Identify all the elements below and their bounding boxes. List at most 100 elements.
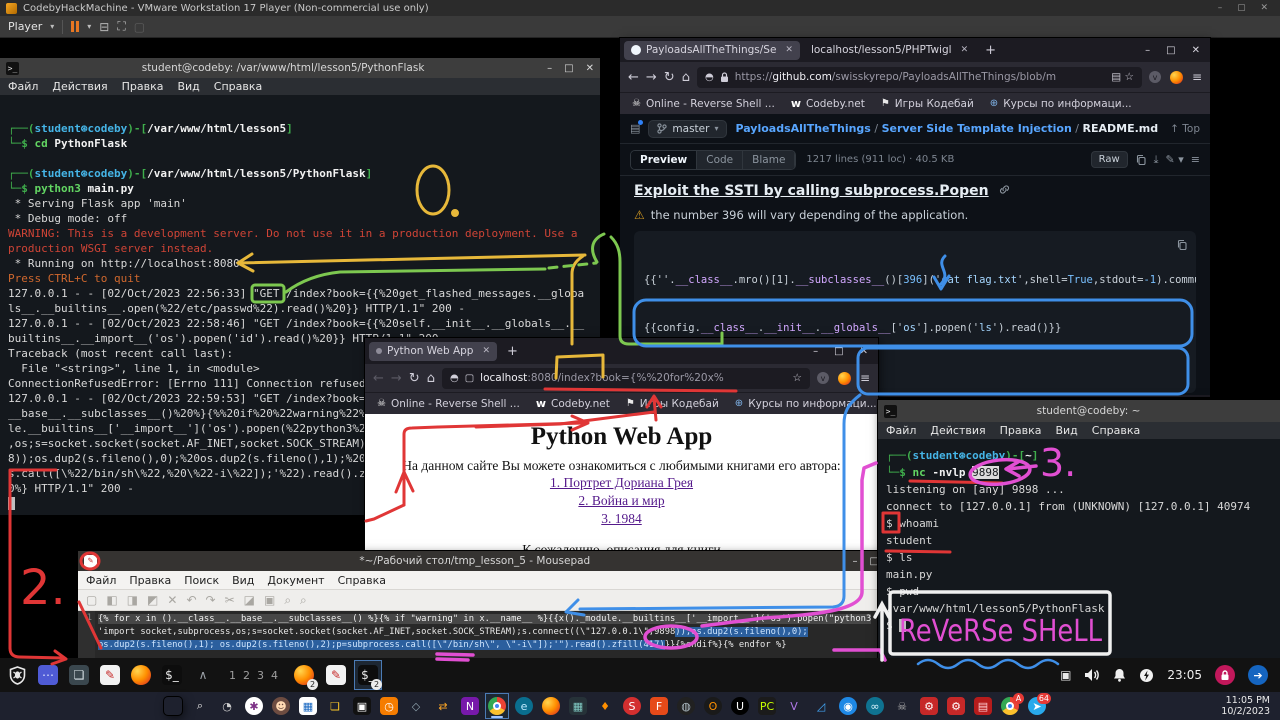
bookmark-item[interactable]: ⚑Игры Кодебай (626, 398, 719, 410)
maps-pin-icon[interactable]: ◉ (837, 694, 859, 718)
edit-pencil-icon[interactable]: ✎ ▾ (1166, 153, 1184, 166)
toolbar-icon[interactable]: ↶ (186, 593, 196, 607)
new-tab-button[interactable]: + (501, 344, 524, 359)
bookmark-item[interactable]: ☠Online - Reverse Shell ... (632, 98, 775, 110)
menu-item[interactable]: Документ (267, 574, 324, 587)
mousepad-titlebar[interactable]: ✎ *~/Рабочий стол/tmp_lesson_5 - Mousepa… (78, 551, 885, 571)
slack-icon[interactable]: ✱ (243, 694, 265, 718)
vmware-gear2-icon[interactable]: ⚙ (945, 694, 967, 718)
mousepad-launcher-icon[interactable]: ✎ (97, 661, 123, 689)
extension-icons[interactable]: v ≡ (1149, 70, 1202, 84)
toolbar-icon[interactable]: ◨ (127, 593, 138, 607)
minimize-icon[interactable]: – (853, 556, 858, 567)
notes-app-icon[interactable]: ▣ (351, 694, 373, 718)
sync-app-icon[interactable]: ⇄ (432, 694, 454, 718)
minimize-icon[interactable]: – (547, 63, 552, 74)
send-ctrl-alt-del-button[interactable]: ⊟ (99, 20, 109, 34)
breadcrumb[interactable]: PayloadsAllTheThings / Server Side Templ… (735, 122, 1158, 135)
task-terminal[interactable]: $_2 (355, 661, 381, 689)
terminal2-titlebar[interactable]: >_ student@codeby: ~ (878, 400, 1280, 422)
toolbar-icon[interactable]: ▢ (86, 593, 97, 607)
tab-code[interactable]: Code (697, 151, 743, 169)
onenote-icon[interactable]: N (459, 694, 481, 718)
task-firefox[interactable]: 2 (291, 661, 317, 689)
terminal2-output[interactable]: ┌──(student⊛codeby)-[~]└─$ nc -nvlp 9898… (878, 439, 1280, 659)
menu-item[interactable]: Правка (1000, 424, 1042, 437)
vscode-icon[interactable]: ◿ (810, 694, 832, 718)
forward-icon[interactable]: → (391, 371, 402, 386)
book-link[interactable]: 1. Портрет Дориана Грея (550, 475, 693, 490)
visual-studio-icon[interactable]: V (783, 694, 805, 718)
camera-app-icon[interactable]: ◍ (675, 694, 697, 718)
toolbar-icon[interactable]: ◪ (244, 593, 255, 607)
webapp-window-controls[interactable]: –□✕ (813, 346, 874, 357)
suspend-vm-button[interactable] (71, 21, 79, 32)
applications-menu-icon[interactable] (4, 661, 30, 689)
close-icon[interactable]: ✕ (586, 63, 594, 74)
chrome-profile-icon[interactable]: A (999, 694, 1021, 718)
start-button[interactable] (162, 694, 184, 718)
extension-icons[interactable]: v ≡ (817, 371, 870, 385)
back-icon[interactable]: ← (373, 371, 384, 386)
window-list-icon[interactable]: ▣ (1060, 668, 1071, 682)
toolbar-icon[interactable]: ▣ (264, 593, 275, 607)
heading-subprocess-popen[interactable]: Exploit the SSTI by calling subprocess.P… (634, 183, 989, 199)
fullscreen-button[interactable]: ⛶ (117, 19, 125, 34)
terminal-window-netcat[interactable]: >_ student@codeby: ~ ФайлДействияПравкаВ… (878, 400, 1280, 660)
toolbar-icon[interactable]: ◧ (106, 593, 117, 607)
bird-app-icon[interactable]: ♦ (594, 694, 616, 718)
search-icon[interactable]: ⌕ (189, 694, 211, 718)
logout-button[interactable]: ➔ (1248, 665, 1268, 685)
blender-icon[interactable]: ʘ (702, 694, 724, 718)
tracking-shield-icon[interactable]: ◓ (705, 72, 714, 83)
workspace-number[interactable]: 3 (257, 669, 264, 682)
menu-item[interactable]: Справка (214, 80, 262, 93)
outline-icon[interactable]: ≡ (1191, 153, 1200, 166)
menu-item[interactable]: Правка (129, 574, 171, 587)
maximize-icon[interactable]: □ (564, 63, 573, 74)
show-desktop-icon[interactable]: ⋯ (35, 661, 61, 689)
terminal1-titlebar[interactable]: >_ student@codeby: /var/www/html/lesson5… (0, 58, 600, 78)
terminal-launcher-icon[interactable]: $_ (159, 661, 185, 689)
vm-clock[interactable]: 23:05 (1167, 668, 1202, 682)
tab-payloadsallthethings[interactable]: PayloadsAllTheThings/Se ✕ (624, 41, 800, 60)
mousepad-window[interactable]: ✎ *~/Рабочий стол/tmp_lesson_5 - Mousepa… (78, 551, 885, 660)
minimize-icon[interactable]: – (1145, 45, 1150, 56)
telegram-icon[interactable]: ➤64 (1026, 694, 1048, 718)
tab-close-icon[interactable]: ✕ (482, 346, 490, 356)
photos-icon[interactable]: ▦ (567, 694, 589, 718)
menu-item[interactable]: Действия (930, 424, 985, 437)
github-urlbar[interactable]: ◓ https://github.com/swisskyrepo/Payload… (697, 67, 1142, 88)
menu-icon[interactable]: ≡ (860, 371, 870, 385)
player-menu-button[interactable]: Player (8, 20, 42, 33)
home-icon[interactable]: ⌂ (427, 371, 435, 386)
bookmark-item[interactable]: ⊕Курсы по информаци... (990, 98, 1132, 110)
firefox-window-webapp[interactable]: Python Web App ✕ + –□✕ ← → ↻ ⌂ ◓ ▢ local… (365, 338, 878, 558)
reload-icon[interactable]: ↻ (409, 371, 420, 386)
menu-item[interactable]: Вид (232, 574, 254, 587)
branch-selector[interactable]: master ▾ (648, 120, 727, 138)
explorer-icon[interactable]: ❏ (324, 694, 346, 718)
maximize-icon[interactable]: □ (834, 346, 843, 357)
host-clock[interactable]: 11:05 PM 10/2/2023 (1221, 695, 1270, 717)
mousepad-window-controls[interactable]: –□ (853, 556, 879, 567)
player-menu-caret-icon[interactable]: ▾ (50, 22, 54, 31)
firefox-launcher-icon[interactable] (128, 661, 154, 689)
volume-icon[interactable] (1084, 668, 1100, 682)
toolbar-icon[interactable]: ✕ (167, 593, 177, 607)
close-icon[interactable]: ✕ (1192, 45, 1200, 56)
home-icon[interactable]: ⌂ (682, 70, 690, 85)
toolbar-icon[interactable]: ◩ (147, 593, 158, 607)
vmware-titlebar[interactable]: CodebyHackMachine - VMware Workstation 1… (0, 0, 1280, 16)
notifications-bell-icon[interactable] (1113, 668, 1126, 682)
bookmark-star-icon[interactable]: ☆ (793, 372, 802, 384)
toolbar-icon[interactable]: ⌕ (284, 593, 291, 608)
tab-close-icon[interactable]: ✕ (785, 45, 793, 55)
copy-icon[interactable] (1135, 154, 1147, 166)
reload-icon[interactable]: ↻ (664, 70, 675, 85)
calendar-icon[interactable]: ▦ (297, 694, 319, 718)
minimize-icon[interactable]: – (813, 346, 818, 357)
tab-localhost-phptwig[interactable]: localhost/lesson5/PHPTwigl ✕ (804, 41, 975, 60)
pocket-icon[interactable]: v (1149, 71, 1161, 83)
tab-python-web-app[interactable]: Python Web App ✕ (369, 342, 497, 361)
